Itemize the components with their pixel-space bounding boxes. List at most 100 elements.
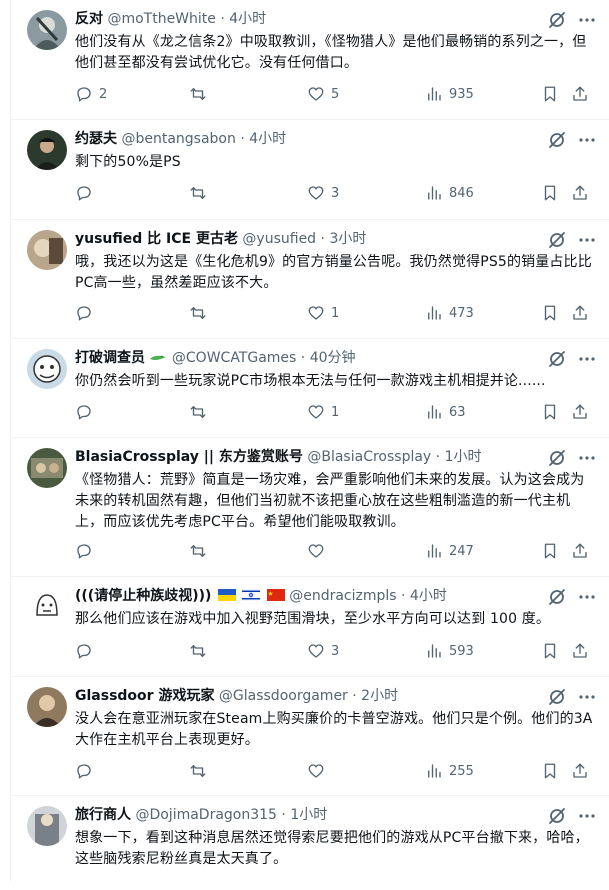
- reply-button[interactable]: [75, 401, 99, 423]
- user-handle[interactable]: @bentangsabon: [121, 131, 235, 147]
- bookmark-button[interactable]: [541, 83, 559, 105]
- more-icon[interactable]: [577, 349, 597, 369]
- reply-button[interactable]: [75, 640, 99, 662]
- share-button[interactable]: [571, 760, 589, 782]
- more-icon[interactable]: [577, 230, 597, 250]
- bookmark-button[interactable]: [541, 401, 559, 423]
- tweet[interactable]: (((请停止种族歧视))) @endracizmpls · 4小时 那么他们应该…: [11, 577, 609, 677]
- display-name[interactable]: 约瑟夫: [75, 131, 117, 147]
- avatar[interactable]: [27, 10, 67, 50]
- user-handle[interactable]: @Glassdoorgamer: [219, 688, 348, 704]
- more-icon[interactable]: [577, 687, 597, 707]
- avatar[interactable]: [27, 806, 67, 846]
- more-icon[interactable]: [577, 130, 597, 150]
- bookmark-button[interactable]: [541, 540, 559, 562]
- avatar[interactable]: [27, 687, 67, 727]
- reply-button[interactable]: [75, 540, 99, 562]
- avatar[interactable]: [27, 587, 67, 627]
- share-button[interactable]: [571, 640, 589, 662]
- grok-icon[interactable]: [547, 230, 567, 250]
- retweet-button[interactable]: [189, 83, 213, 105]
- user-handle[interactable]: @endracizmpls: [289, 588, 396, 604]
- views-button[interactable]: 593: [425, 640, 474, 662]
- like-button[interactable]: 1: [307, 302, 339, 324]
- timestamp[interactable]: 3小时: [329, 231, 366, 247]
- like-button[interactable]: 3: [307, 182, 339, 204]
- share-button[interactable]: [571, 182, 589, 204]
- reply-button[interactable]: [75, 302, 99, 324]
- display-name[interactable]: 反对: [75, 11, 103, 27]
- more-icon[interactable]: [577, 587, 597, 607]
- tweet[interactable]: 约瑟夫 @bentangsabon · 4小时 剩下的50%是PS 3 846: [11, 120, 609, 220]
- views-button[interactable]: 63: [425, 401, 466, 423]
- share-button[interactable]: [571, 540, 589, 562]
- share-button[interactable]: [571, 401, 589, 423]
- like-button[interactable]: 5: [307, 83, 339, 105]
- avatar[interactable]: [27, 130, 67, 170]
- user-handle[interactable]: @BlasiaCrossplay: [307, 449, 431, 465]
- like-button[interactable]: [307, 760, 331, 782]
- bookmark-button[interactable]: [541, 640, 559, 662]
- timestamp[interactable]: 2小时: [361, 688, 398, 704]
- timestamp[interactable]: 1小时: [290, 807, 327, 823]
- more-icon[interactable]: [577, 448, 597, 468]
- retweet-button[interactable]: [189, 302, 213, 324]
- action-bar: 3 593: [75, 640, 597, 662]
- user-handle[interactable]: @DojimaDragon315: [135, 807, 277, 823]
- bookmark-button[interactable]: [541, 302, 559, 324]
- retweet-button[interactable]: [189, 401, 213, 423]
- avatar[interactable]: [27, 349, 67, 389]
- bookmark-button[interactable]: [541, 760, 559, 782]
- user-handle[interactable]: @moTtheWhite: [107, 11, 215, 27]
- display-name[interactable]: Glassdoor 游戏玩家: [75, 688, 214, 704]
- like-button[interactable]: 3: [307, 640, 339, 662]
- views-button[interactable]: 247: [425, 540, 474, 562]
- avatar[interactable]: [27, 448, 67, 488]
- user-handle[interactable]: @yusufied: [242, 231, 316, 247]
- display-name[interactable]: 旅行商人: [75, 807, 131, 823]
- share-button[interactable]: [571, 83, 589, 105]
- grok-icon[interactable]: [547, 587, 567, 607]
- timestamp[interactable]: 40分钟: [310, 350, 356, 366]
- retweet-button[interactable]: [189, 640, 213, 662]
- tweet[interactable]: yusufied 比 ICE 更古老 @yusufied · 3小时 哦，我还以…: [11, 220, 609, 339]
- display-name[interactable]: BlasiaCrossplay || 东方鉴赏账号: [75, 449, 303, 465]
- tweet[interactable]: Glassdoor 游戏玩家 @Glassdoorgamer · 2小时 没人会…: [11, 677, 609, 796]
- timestamp[interactable]: 4小时: [229, 11, 266, 27]
- display-name[interactable]: (((请停止种族歧视))): [75, 588, 211, 604]
- tweet[interactable]: BlasiaCrossplay || 东方鉴赏账号 @BlasiaCrosspl…: [11, 438, 609, 577]
- more-icon[interactable]: [577, 806, 597, 826]
- avatar[interactable]: [27, 230, 67, 270]
- grok-icon[interactable]: [547, 130, 567, 150]
- views-button[interactable]: 255: [425, 760, 474, 782]
- user-handle[interactable]: @COWCATGames: [172, 350, 296, 366]
- grok-icon[interactable]: [547, 349, 567, 369]
- tweet[interactable]: 打破调查员 @COWCATGames · 40分钟 你仍然会听到一些玩家说PC市…: [11, 339, 609, 438]
- reply-button[interactable]: [75, 760, 99, 782]
- like-button[interactable]: [307, 540, 331, 562]
- timestamp[interactable]: 1小时: [445, 449, 482, 465]
- retweet-button[interactable]: [189, 540, 213, 562]
- views-button[interactable]: 473: [425, 302, 474, 324]
- grok-icon[interactable]: [547, 806, 567, 826]
- timestamp[interactable]: 4小时: [410, 588, 447, 604]
- bookmark-button[interactable]: [541, 182, 559, 204]
- more-icon[interactable]: [577, 10, 597, 30]
- retweet-button[interactable]: [189, 760, 213, 782]
- reply-button[interactable]: 2: [75, 83, 107, 105]
- like-button[interactable]: 1: [307, 401, 339, 423]
- views-button[interactable]: 935: [425, 83, 474, 105]
- like-count: 1: [331, 305, 340, 321]
- tweet[interactable]: 反对 @moTtheWhite · 4小时 他们没有从《龙之信条2》中吸取教训，…: [11, 0, 609, 120]
- grok-icon[interactable]: [547, 10, 567, 30]
- grok-icon[interactable]: [547, 448, 567, 468]
- grok-icon[interactable]: [547, 687, 567, 707]
- timestamp[interactable]: 4小时: [249, 131, 286, 147]
- retweet-button[interactable]: [189, 182, 213, 204]
- display-name[interactable]: yusufied 比 ICE 更古老: [75, 231, 238, 247]
- share-button[interactable]: [571, 302, 589, 324]
- display-name[interactable]: 打破调查员: [75, 350, 145, 366]
- tweet[interactable]: 旅行商人 @DojimaDragon315 · 1小时 想象一下，看到这种消息居…: [11, 796, 609, 890]
- reply-button[interactable]: [75, 182, 99, 204]
- views-button[interactable]: 846: [425, 182, 474, 204]
